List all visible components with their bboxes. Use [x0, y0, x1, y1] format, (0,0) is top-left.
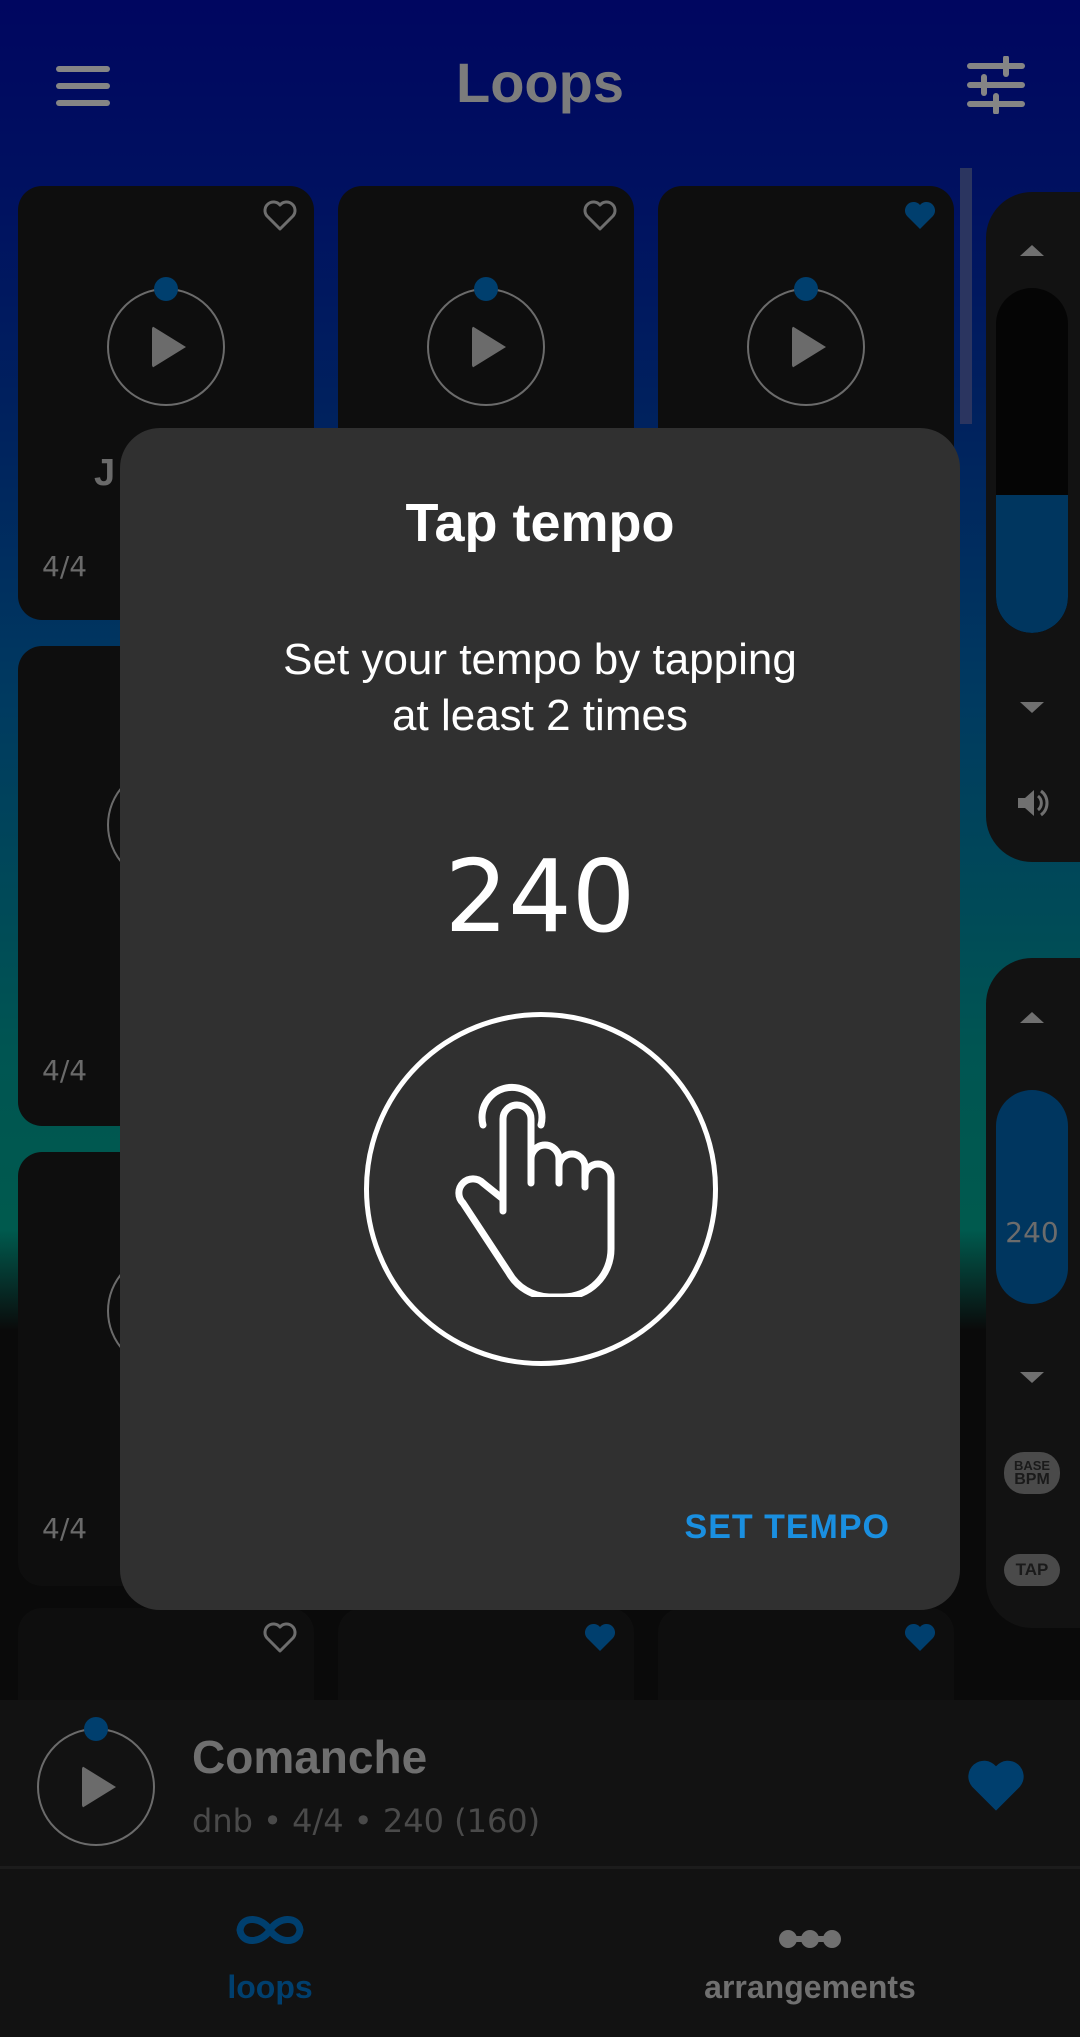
base-bpm-button[interactable]: BASE BPM [1004, 1452, 1060, 1494]
page-title: Loops [456, 51, 624, 114]
infinity-loop-icon [236, 1916, 304, 1944]
tapped-bpm-value: 240 [444, 838, 636, 955]
volume-slider-fill [996, 495, 1068, 633]
top-app-bar: Loops [0, 0, 1080, 170]
heart-outline-icon[interactable] [262, 1620, 298, 1654]
loop-title: J [94, 452, 116, 494]
nav-label: arrangements [704, 1969, 916, 2005]
progress-dot [794, 277, 818, 301]
tap-tempo-dialog: Tap tempo Set your tempo by tapping at l… [120, 428, 960, 1610]
play-icon [472, 326, 506, 368]
nav-label: loops [227, 1969, 313, 2005]
dialog-message: Set your tempo by tapping at least 2 tim… [283, 635, 797, 740]
play-icon [152, 326, 186, 368]
tempo-up-icon[interactable] [1020, 1012, 1044, 1023]
play-button[interactable] [747, 277, 865, 406]
heart-outline-icon[interactable] [262, 198, 298, 232]
dialog-title: Tap tempo [405, 493, 675, 553]
time-signature: 4/4 [42, 1054, 88, 1087]
nav-item-loops[interactable]: loops [0, 1869, 540, 2037]
tap-area-button[interactable] [364, 1012, 718, 1366]
tempo-down-icon[interactable] [1020, 1372, 1044, 1383]
base-bpm-label-2: BPM [1014, 1471, 1050, 1488]
grid-scrollbar[interactable] [960, 168, 972, 424]
now-playing-play-button[interactable] [37, 1717, 155, 1846]
heart-filled-icon[interactable] [964, 1756, 1028, 1814]
tap-hand-icon [455, 1083, 615, 1297]
volume-down-icon[interactable] [1020, 702, 1044, 713]
nav-item-arrangements[interactable]: arrangements [540, 1869, 1080, 2037]
tap-button[interactable]: TAP [1004, 1554, 1060, 1586]
now-playing-bar [0, 1700, 1080, 1868]
play-button[interactable] [427, 277, 545, 406]
volume-up-icon[interactable] [1020, 245, 1044, 256]
progress-dot [474, 277, 498, 301]
now-playing-title: Comanche [192, 1731, 428, 1783]
heart-outline-icon[interactable] [582, 198, 618, 232]
volume-slider[interactable] [996, 288, 1068, 633]
progress-dot [154, 277, 178, 301]
play-icon [792, 326, 826, 368]
heart-filled-icon[interactable] [902, 1620, 938, 1654]
time-signature: 4/4 [42, 1512, 88, 1545]
heart-filled-icon[interactable] [902, 198, 938, 232]
set-tempo-button[interactable]: SET TEMPO [685, 1508, 890, 1547]
arrangement-dots-icon [779, 1930, 841, 1948]
tempo-value: 240 [1005, 1216, 1059, 1249]
now-playing-subtitle: dnb • 4/4 • 240 (160) [192, 1802, 541, 1840]
play-icon [82, 1766, 116, 1808]
heart-filled-icon[interactable] [582, 1620, 618, 1654]
volume-icon[interactable] [1016, 786, 1050, 820]
tempo-slider[interactable]: 240 [996, 1090, 1068, 1304]
sliders-filter-icon[interactable] [966, 56, 1026, 114]
progress-dot [84, 1717, 108, 1741]
time-signature: 4/4 [42, 550, 88, 583]
play-button[interactable] [107, 277, 225, 406]
